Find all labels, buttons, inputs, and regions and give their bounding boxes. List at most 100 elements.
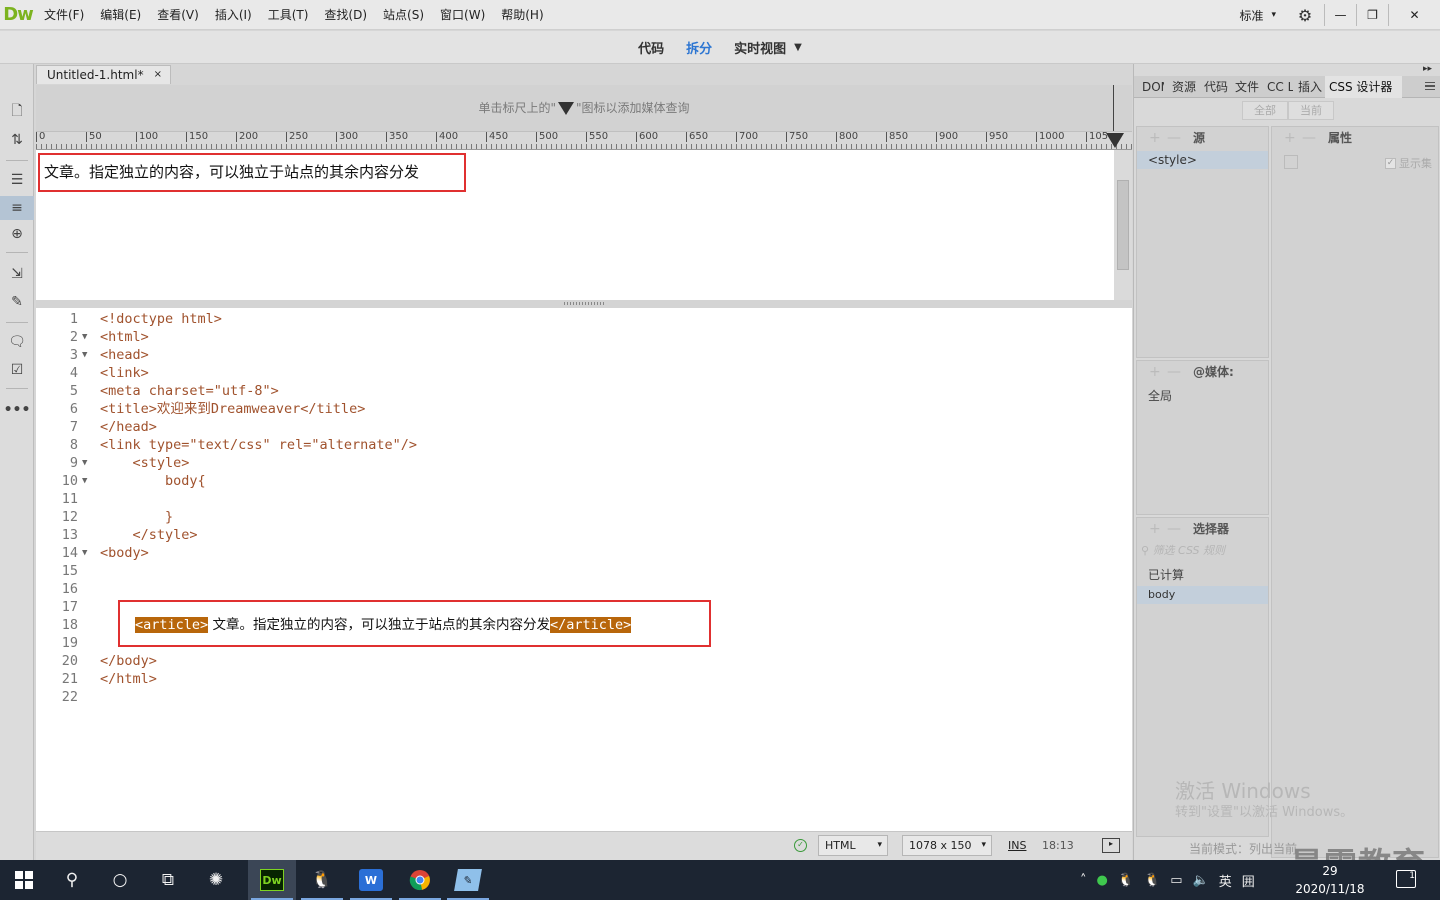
task-view-icon[interactable]: ⧉ bbox=[144, 860, 192, 900]
restore-button[interactable]: ❐ bbox=[1356, 4, 1388, 26]
clock[interactable]: 29 2020/11/18 bbox=[1290, 862, 1370, 898]
show-set-checkbox[interactable]: ✓ 显示集 bbox=[1385, 155, 1432, 171]
sync-settings-icon[interactable]: ⚙ bbox=[1286, 6, 1324, 25]
live-view-dropdown-icon[interactable]: ▼ bbox=[794, 42, 802, 53]
volume-icon[interactable]: 🔈 bbox=[1188, 873, 1214, 888]
status-bar: ✓ HTML ▾ 1078 x 150 ▾ INS 18:13 ▸ bbox=[36, 831, 1132, 860]
show-current-toggle[interactable]: 当前 bbox=[1288, 101, 1334, 120]
workspace-select[interactable]: 标准 ▾ bbox=[1229, 7, 1286, 24]
media-item[interactable]: 全局 bbox=[1137, 387, 1268, 405]
fold-toggle-icon[interactable]: ▼ bbox=[82, 472, 87, 490]
qq-tray-icon-2[interactable]: 🐧 bbox=[1139, 873, 1165, 888]
add-source-icon[interactable]: + bbox=[1149, 127, 1161, 149]
tab-snippets[interactable]: 代码 bbox=[1204, 76, 1230, 98]
wechat-icon[interactable]: ● bbox=[1092, 873, 1113, 888]
panel-tabs: DOM 资源 代码 文件 CC L 插入 CSS 设计器 bbox=[1134, 76, 1440, 98]
source-item[interactable]: <style> bbox=[1137, 151, 1268, 169]
validation-ok-icon[interactable]: ✓ bbox=[794, 839, 807, 852]
scrollbar-thumb[interactable] bbox=[1117, 180, 1129, 270]
remove-selector-icon[interactable]: — bbox=[1167, 518, 1181, 540]
code-view[interactable]: 1 <!doctype html> 2 ▼ <html> 3 ▼ <head> 4 <lin… bbox=[36, 308, 1132, 831]
panel-menu-icon[interactable] bbox=[1425, 82, 1435, 90]
qq-tray-icon[interactable]: 🐧 bbox=[1113, 873, 1139, 888]
ruler[interactable]: 0 50 100 150 200 250 300 350 400 450 500… bbox=[36, 131, 1132, 150]
tab-files[interactable]: 文件 bbox=[1235, 76, 1261, 98]
menu-edit[interactable]: 编辑(E) bbox=[92, 0, 149, 30]
pinwheel-app-icon[interactable]: ✺ bbox=[192, 860, 240, 900]
wps-icon[interactable]: W bbox=[347, 860, 395, 900]
split-divider[interactable] bbox=[36, 300, 1132, 308]
show-all-toggle[interactable]: 全部 bbox=[1242, 101, 1288, 120]
fold-toggle-icon[interactable]: ▼ bbox=[82, 328, 87, 346]
remove-property-icon[interactable]: — bbox=[1302, 127, 1316, 149]
fold-toggle-icon[interactable]: ▼ bbox=[82, 454, 87, 472]
computed-item[interactable]: 已计算 bbox=[1137, 566, 1268, 584]
minimize-button[interactable]: — bbox=[1324, 4, 1356, 26]
validate-icon[interactable]: ☑ bbox=[0, 358, 34, 382]
ime-mode-icon[interactable]: 囲 bbox=[1237, 871, 1260, 890]
tab-assets[interactable]: 资源 bbox=[1172, 76, 1198, 98]
fold-toggle-icon[interactable]: ▼ bbox=[82, 346, 87, 364]
split-view-button[interactable]: 拆分 bbox=[686, 38, 712, 57]
qq-icon[interactable]: 🐧 bbox=[298, 860, 346, 900]
tab-cc-libraries[interactable]: CC L bbox=[1267, 76, 1293, 98]
ruler-label: 550 bbox=[586, 132, 608, 142]
live-view[interactable]: 文章。指定独立的内容，可以独立于站点的其余内容分发 bbox=[36, 150, 1114, 300]
close-tab-icon[interactable]: × bbox=[154, 66, 162, 84]
network-icon[interactable]: ▭ bbox=[1165, 873, 1187, 888]
insert-mode-toggle[interactable]: INS bbox=[1008, 839, 1026, 852]
dreamweaver-taskbar-icon[interactable]: Dw bbox=[248, 860, 296, 900]
code-view-button[interactable]: 代码 bbox=[638, 38, 664, 57]
live-view-button[interactable]: 实时视图 bbox=[734, 38, 786, 57]
viewport-width-handle-icon[interactable] bbox=[1106, 133, 1124, 148]
add-selector-icon[interactable]: + bbox=[1149, 518, 1161, 540]
cortana-icon[interactable]: ○ bbox=[96, 860, 144, 900]
selector-item[interactable]: body bbox=[1137, 586, 1268, 604]
menu-tools[interactable]: 工具(T) bbox=[260, 0, 317, 30]
search-icon[interactable]: ⚲ bbox=[48, 860, 96, 900]
more-options-icon[interactable]: ••• bbox=[0, 398, 34, 422]
media-query-bar[interactable]: 单击标尺上的" "图标以添加媒体查询 bbox=[36, 85, 1132, 131]
add-media-icon[interactable]: + bbox=[1149, 361, 1161, 383]
target-icon[interactable]: ⊕ bbox=[0, 222, 34, 246]
live-view-scrollbar[interactable] bbox=[1114, 150, 1132, 300]
notification-center-icon[interactable]: 1 bbox=[1396, 870, 1416, 888]
notepad-icon[interactable]: ✎ bbox=[444, 860, 492, 900]
layout-properties-icon[interactable] bbox=[1284, 155, 1298, 169]
splitter-grip[interactable] bbox=[564, 302, 604, 305]
new-document-icon[interactable]: 🗋 bbox=[0, 100, 34, 124]
format-source-icon[interactable]: ≡ bbox=[0, 196, 34, 220]
fold-toggle-icon[interactable]: ▼ bbox=[82, 544, 87, 562]
document-type-select[interactable]: HTML ▾ bbox=[818, 835, 888, 856]
add-property-icon[interactable]: + bbox=[1284, 127, 1296, 149]
open-documents-icon[interactable]: ☰ bbox=[0, 168, 34, 192]
ime-language[interactable]: 英 bbox=[1214, 871, 1237, 890]
chrome-icon[interactable] bbox=[396, 860, 444, 900]
document-tab[interactable]: Untitled-1.html* × bbox=[36, 65, 171, 84]
start-windows-icon[interactable] bbox=[0, 860, 48, 900]
remove-media-icon[interactable]: — bbox=[1167, 361, 1181, 383]
menu-view[interactable]: 查看(V) bbox=[149, 0, 207, 30]
menu-window[interactable]: 窗口(W) bbox=[432, 0, 493, 30]
tab-dom[interactable]: DOM bbox=[1142, 76, 1164, 98]
close-button[interactable]: ✕ bbox=[1388, 4, 1440, 26]
menu-help[interactable]: 帮助(H) bbox=[493, 0, 551, 30]
collapse-panel-icon[interactable]: ▸▸ bbox=[1423, 64, 1432, 74]
menu-site[interactable]: 站点(S) bbox=[375, 0, 432, 30]
file-transfer-icon[interactable]: ⇅ bbox=[0, 128, 34, 152]
tab-css-designer[interactable]: CSS 设计器 bbox=[1325, 76, 1402, 98]
menu-find[interactable]: 查找(D) bbox=[316, 0, 375, 30]
brush-icon[interactable]: ✎ bbox=[0, 290, 34, 314]
comment-icon[interactable]: 🗨 bbox=[0, 330, 34, 354]
menu-file[interactable]: 文件(F) bbox=[36, 0, 92, 30]
remove-source-icon[interactable]: — bbox=[1167, 127, 1181, 149]
chevron-down-icon: ▾ bbox=[1271, 10, 1276, 20]
tab-insert[interactable]: 插入 bbox=[1298, 76, 1324, 98]
ruler-label: 50 bbox=[86, 132, 102, 142]
preview-in-browser-icon[interactable]: ▸ bbox=[1102, 838, 1120, 853]
chevron-up-icon[interactable]: ˄ bbox=[1075, 873, 1092, 888]
menu-insert[interactable]: 插入(I) bbox=[207, 0, 260, 30]
filter-css-rules-input[interactable]: ⚲ 筛选 CSS 规则 bbox=[1137, 542, 1268, 560]
expand-icon[interactable]: ⇲ bbox=[0, 262, 34, 286]
window-size-select[interactable]: 1078 x 150 ▾ bbox=[902, 835, 992, 856]
